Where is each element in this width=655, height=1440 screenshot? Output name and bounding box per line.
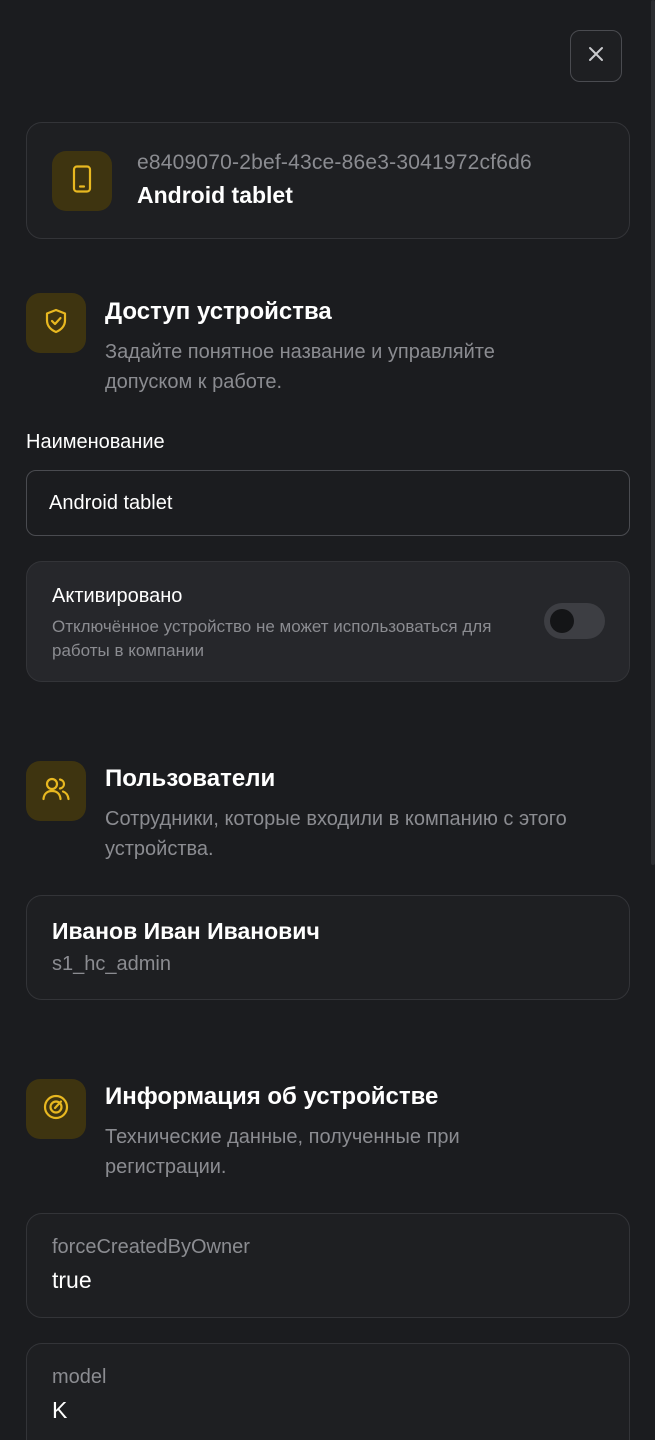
device-details-panel: e8409070-2bef-43ce-86e3-3041972cf6d6 And… — [0, 0, 655, 1440]
info-item: model K — [26, 1343, 630, 1440]
access-section-title: Доступ устройства — [105, 298, 332, 325]
users-section-title: Пользователи — [105, 765, 276, 792]
info-item-value: true — [52, 1267, 92, 1293]
users-icon — [41, 775, 71, 808]
access-section-description: Задайте понятное название и управляйте д… — [105, 341, 495, 393]
info-item: forceCreatedByOwner true — [26, 1213, 630, 1318]
user-full-name: Иванов Иван Иванович — [52, 918, 320, 944]
device-name-input[interactable] — [26, 470, 630, 536]
close-button[interactable] — [570, 30, 622, 82]
gauge-icon — [41, 1092, 71, 1127]
close-icon — [586, 44, 606, 69]
users-section-icon-box — [26, 761, 86, 821]
activation-title: Активировано — [52, 585, 183, 607]
activation-card: Активировано Отключённое устройство не м… — [26, 561, 630, 682]
activation-toggle[interactable] — [544, 603, 605, 639]
users-section-description: Сотрудники, которые входили в компанию с… — [105, 808, 567, 860]
info-section-icon-box — [26, 1079, 86, 1139]
toggle-knob — [550, 609, 574, 633]
activation-description: Отключённое устройство не может использо… — [52, 617, 492, 660]
device-id: e8409070-2bef-43ce-86e3-3041972cf6d6 — [137, 151, 532, 174]
info-item-value: K — [52, 1397, 68, 1423]
access-section-icon-box — [26, 293, 86, 353]
info-item-key: forceCreatedByOwner — [52, 1236, 250, 1258]
info-section-description: Технические данные, полученные при регис… — [105, 1126, 460, 1178]
user-list-item[interactable]: Иванов Иван Иванович s1_hc_admin — [26, 895, 630, 1000]
info-section-title: Информация об устройстве — [105, 1083, 439, 1110]
shield-check-icon — [42, 307, 70, 340]
name-field-label: Наименование — [26, 431, 165, 453]
device-icon-box — [52, 151, 112, 211]
user-login: s1_hc_admin — [52, 953, 171, 975]
device-name: Android tablet — [137, 182, 293, 208]
scrollbar[interactable] — [651, 0, 655, 865]
info-item-key: model — [52, 1366, 107, 1388]
device-summary-card: e8409070-2bef-43ce-86e3-3041972cf6d6 And… — [26, 122, 630, 239]
tablet-icon — [69, 164, 95, 198]
